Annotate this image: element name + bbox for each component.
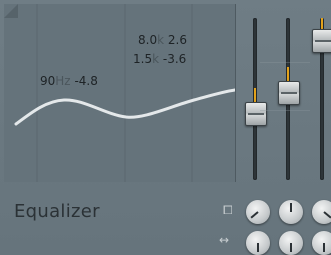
band-label-90hz: 90Hz -4.8: [40, 74, 98, 88]
band-3-type-knob[interactable]: [312, 200, 331, 224]
band-2-type-knob[interactable]: [279, 200, 303, 224]
band-type-icon: ⧠: [223, 203, 233, 217]
fader-scale-line: [260, 62, 310, 63]
knob-pointer: [290, 243, 292, 252]
fader-level: [287, 67, 289, 81]
knob-pointer: [290, 203, 292, 212]
band-freq: 8.0: [138, 33, 158, 47]
band-2-width-knob[interactable]: [279, 231, 303, 255]
knob-pointer: [250, 211, 259, 219]
knob-pointer: [323, 243, 325, 252]
band-faders: [242, 16, 331, 186]
plugin-title: Equalizer: [14, 201, 100, 222]
fader-level: [254, 88, 256, 102]
band-gain: -3.6: [162, 52, 187, 66]
band-gain: -4.8: [74, 74, 98, 88]
band-label-1.5k: 1.5k -3.6: [133, 52, 186, 66]
fader-scale-line: [260, 110, 310, 111]
band-width-icon: ↔: [219, 233, 230, 247]
band-unit: Hz: [55, 74, 71, 88]
fader-band-3[interactable]: [311, 16, 331, 182]
eq-curve-display[interactable]: 90Hz -4.8 8.0k 2.6 1.5k -3.6: [4, 4, 236, 182]
knob-pointer: [257, 243, 259, 252]
fader-knob[interactable]: [312, 29, 331, 54]
band-1-type-knob[interactable]: [246, 200, 270, 224]
band-unit: k: [152, 52, 160, 66]
band-gain: 2.6: [167, 33, 187, 47]
resize-grip-icon[interactable]: [4, 4, 18, 18]
band-unit: k: [157, 33, 165, 47]
fader-band-1[interactable]: [244, 16, 267, 182]
eq-graph: [14, 4, 235, 182]
equalizer-plugin: 90Hz -4.8 8.0k 2.6 1.5k -3.6 Equalizer ⧠…: [0, 0, 331, 255]
knob-pointer: [323, 211, 331, 219]
fader-knob[interactable]: [245, 102, 267, 126]
band-1-width-knob[interactable]: [246, 231, 270, 255]
band-freq: 90: [40, 74, 56, 88]
fader-knob[interactable]: [278, 81, 300, 105]
fader-band-2[interactable]: [277, 16, 300, 182]
band-freq: 1.5: [133, 52, 153, 66]
band-3-width-knob[interactable]: [312, 231, 331, 255]
band-label-8k: 8.0k 2.6: [138, 33, 187, 47]
